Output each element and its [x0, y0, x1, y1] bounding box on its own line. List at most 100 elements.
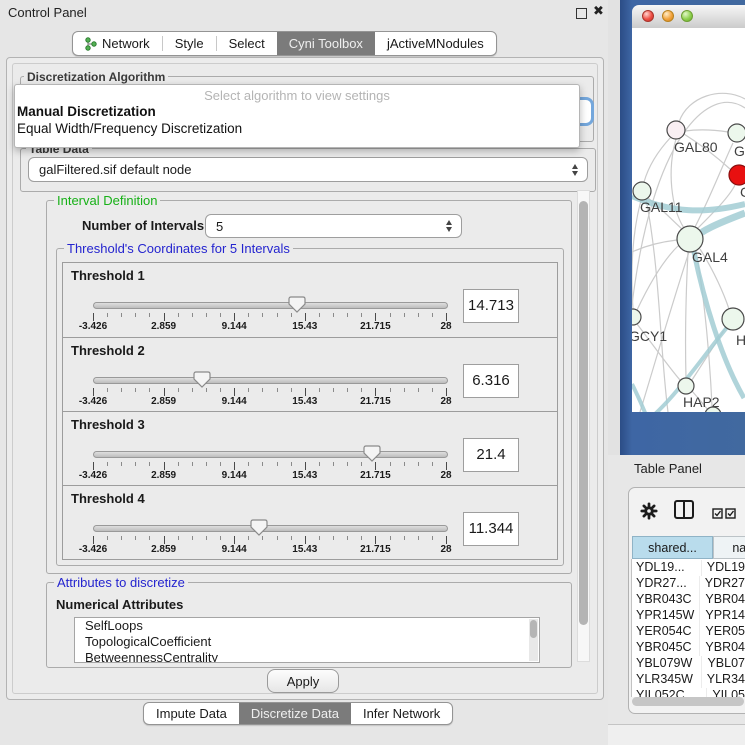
tick-mark	[93, 536, 94, 544]
checkbox-checked-icon[interactable]	[712, 506, 723, 524]
table-row[interactable]: YPR145WYPR14	[632, 608, 745, 624]
column-header-name[interactable]: name	[713, 536, 745, 559]
network-node[interactable]	[632, 309, 641, 325]
scrollbar-thumb[interactable]	[530, 620, 537, 638]
tick-mark	[135, 388, 136, 392]
threshold-value-field[interactable]: 11.344	[463, 512, 519, 546]
numerical-attributes-list[interactable]: SelfLoopsTopologicalCoefficientBetweenne…	[74, 617, 540, 663]
split-columns-icon[interactable]	[674, 500, 694, 519]
slider-thumb[interactable]	[288, 296, 306, 313]
network-canvas[interactable]: GAL80GCGAL11GAL4GCY1HHAP2	[632, 28, 745, 412]
cell-shared-name[interactable]: YBR045C	[632, 640, 700, 656]
cell-name[interactable]: YPR14	[700, 608, 745, 624]
slider-thumb[interactable]	[193, 371, 211, 388]
tick-mark	[319, 462, 320, 466]
network-node[interactable]	[667, 121, 685, 139]
cell-name[interactable]: YDR27	[700, 576, 745, 592]
scrollbar-thumb[interactable]	[579, 201, 588, 625]
network-node[interactable]	[678, 378, 694, 394]
close-traffic-light[interactable]	[642, 10, 654, 22]
list-scrollbar[interactable]	[529, 619, 538, 661]
tab-discretize-data[interactable]: Discretize Data	[239, 703, 351, 724]
list-item[interactable]: SelfLoops	[75, 618, 539, 634]
tab-network[interactable]: Network	[73, 32, 162, 55]
cell-name[interactable]: YBL07	[702, 656, 745, 672]
table-row[interactable]: YBR043CYBR04	[632, 592, 745, 608]
network-node[interactable]	[729, 165, 745, 185]
checkbox-checked-icon[interactable]	[725, 506, 736, 524]
dropdown-option-equal-width[interactable]: Equal Width/Frequency Discretization	[17, 121, 242, 137]
tick-mark	[305, 536, 306, 544]
tick-mark	[347, 313, 348, 317]
threshold-label: Threshold 2	[71, 343, 145, 358]
tick-mark	[135, 462, 136, 466]
slider-track[interactable]	[93, 377, 448, 384]
threshold-value-field[interactable]: 14.713	[463, 289, 519, 323]
table-row[interactable]: YIL052CYIL05	[632, 688, 745, 697]
cell-shared-name[interactable]: YBR043C	[632, 592, 700, 608]
slider-thumb[interactable]	[250, 519, 268, 536]
cell-shared-name[interactable]: YPR145W	[632, 608, 700, 624]
number-of-intervals-combobox[interactable]: 5	[205, 214, 462, 238]
zoom-traffic-light[interactable]	[681, 10, 693, 22]
network-edge	[632, 240, 677, 252]
close-icon[interactable]: ✖	[593, 4, 604, 19]
slider-thumb[interactable]	[363, 445, 381, 462]
apply-button[interactable]: Apply	[267, 669, 339, 693]
threshold-value-field[interactable]: 21.4	[463, 438, 519, 472]
tick-mark	[121, 313, 122, 317]
cell-shared-name[interactable]: YER054C	[632, 624, 700, 640]
table-row[interactable]: YDR27...YDR27	[632, 576, 745, 592]
tab-select[interactable]: Select	[217, 32, 277, 55]
tick-label: -3.426	[79, 544, 107, 555]
slider-track[interactable]	[93, 525, 448, 532]
cell-name[interactable]: YBR04	[700, 592, 745, 608]
cell-shared-name[interactable]: YDL19...	[632, 560, 702, 576]
table-data-combobox[interactable]: galFiltered.sif default node	[28, 157, 588, 182]
cell-shared-name[interactable]: YDR27...	[632, 576, 700, 592]
tick-mark	[107, 462, 108, 466]
tick-mark	[206, 388, 207, 392]
dropdown-option-manual[interactable]: Manual Discretization	[17, 104, 156, 120]
list-item[interactable]: BetweennessCentrality	[75, 650, 539, 663]
interval-definition-title: Interval Definition	[54, 193, 160, 208]
tick-mark	[149, 462, 150, 466]
tick-label: 21.715	[360, 396, 391, 407]
table-row[interactable]: YBR045CYBR04	[632, 640, 745, 656]
gear-icon[interactable]	[640, 502, 658, 525]
table-horizontal-scrollbar[interactable]	[632, 697, 744, 706]
threshold-value-field[interactable]: 6.316	[463, 364, 519, 398]
minimize-traffic-light[interactable]	[662, 10, 674, 22]
tick-mark	[121, 388, 122, 392]
tab-style[interactable]: Style	[163, 32, 216, 55]
cell-shared-name[interactable]: YIL052C	[632, 688, 707, 697]
panel-vertical-scrollbar[interactable]	[577, 190, 590, 662]
network-window-titlebar[interactable]	[632, 5, 745, 29]
table-row[interactable]: YLR345WYLR34	[632, 672, 745, 688]
float-window-icon[interactable]	[576, 8, 587, 19]
column-header-shared-name[interactable]: shared...	[632, 536, 713, 559]
tick-mark	[192, 313, 193, 317]
tab-infer-network[interactable]: Infer Network	[351, 703, 452, 724]
cell-name[interactable]: YLR34	[702, 672, 745, 688]
tick-mark	[93, 462, 94, 470]
network-node[interactable]	[728, 124, 745, 142]
slider-track[interactable]	[93, 302, 448, 309]
cell-name[interactable]: YBR04	[700, 640, 745, 656]
cell-shared-name[interactable]: YBL079W	[632, 656, 702, 672]
tab-cyni-toolbox[interactable]: Cyni Toolbox	[277, 32, 375, 55]
cell-name[interactable]: YIL05	[707, 688, 745, 697]
network-node[interactable]	[633, 182, 651, 200]
table-row[interactable]: YDL19...YDL19	[632, 560, 745, 576]
tab-impute-data[interactable]: Impute Data	[144, 703, 239, 724]
tab-jactivemnodules[interactable]: jActiveMNodules	[375, 32, 496, 55]
cell-name[interactable]: YDL19	[702, 560, 745, 576]
slider-track[interactable]	[93, 451, 448, 458]
network-node[interactable]	[722, 308, 744, 330]
table-row[interactable]: YER054CYER05	[632, 624, 745, 640]
table-row[interactable]: YBL079WYBL07	[632, 656, 745, 672]
network-node-label: C	[740, 184, 745, 200]
cell-name[interactable]: YER05	[700, 624, 745, 640]
cell-shared-name[interactable]: YLR345W	[632, 672, 702, 688]
list-item[interactable]: TopologicalCoefficient	[75, 634, 539, 650]
